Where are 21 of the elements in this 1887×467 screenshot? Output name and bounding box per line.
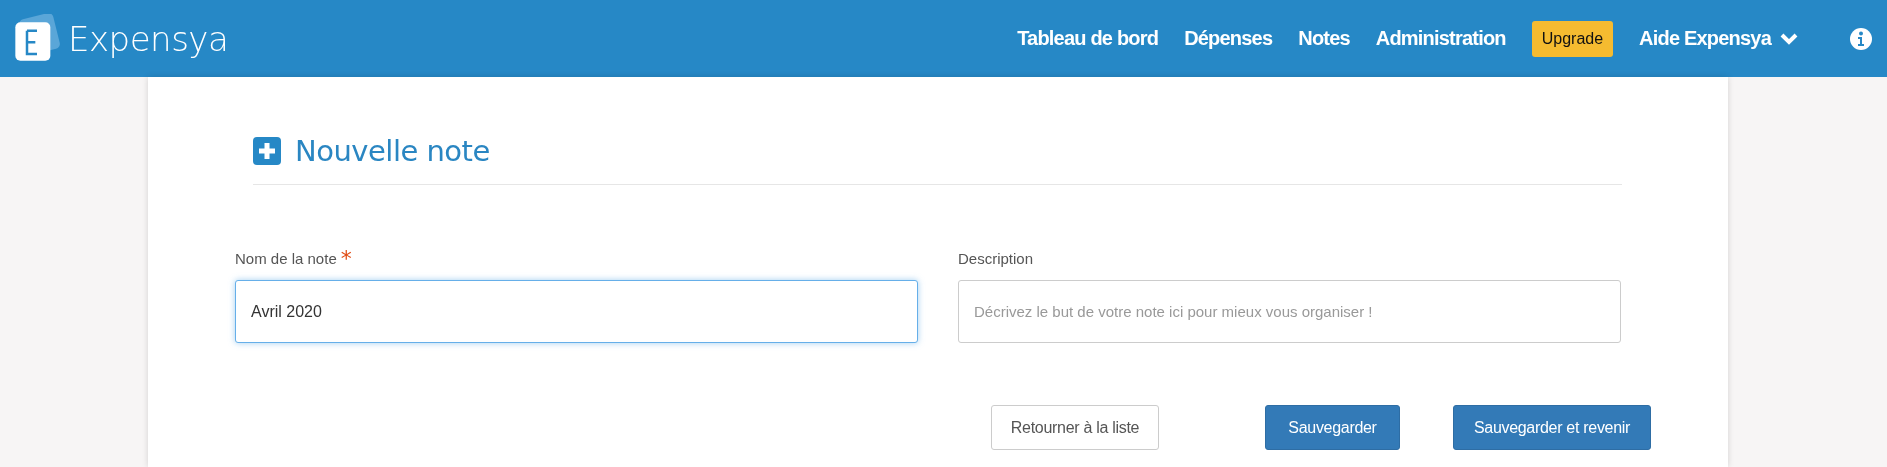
required-mark: * [340, 250, 352, 268]
nav-link[interactable]: Dépenses [1184, 27, 1273, 50]
nav-link[interactable]: Tableau de bord [1017, 27, 1159, 50]
upgrade-button[interactable]: Upgrade [1531, 20, 1614, 57]
save-button[interactable]: Sauvegarder [1265, 405, 1400, 450]
logo-text: Expensya [68, 18, 229, 59]
nav-link[interactable]: Notes [1298, 27, 1350, 50]
add-icon [253, 137, 281, 165]
info-icon[interactable] [1849, 26, 1873, 51]
help-menu[interactable]: Aide Expensya [1639, 27, 1799, 50]
name-field[interactable]: Avril 2020 [235, 280, 918, 343]
description-field[interactable]: Décrivez le but de votre note ici pour mieux vous organiser ! [958, 280, 1621, 343]
chevron-down-icon [1779, 31, 1799, 46]
field-label: Description [958, 250, 1034, 267]
logo-icon [12, 13, 62, 64]
save-and-return-button[interactable]: Sauvegarder et revenir [1453, 405, 1651, 450]
field-label: Nom de la note [235, 250, 337, 267]
back-button[interactable]: Retourner à la liste [991, 405, 1159, 450]
nav-link[interactable]: Administration [1375, 27, 1506, 50]
logo[interactable]: Expensya [12, 13, 229, 64]
form-title: Nouvelle note [295, 134, 490, 168]
